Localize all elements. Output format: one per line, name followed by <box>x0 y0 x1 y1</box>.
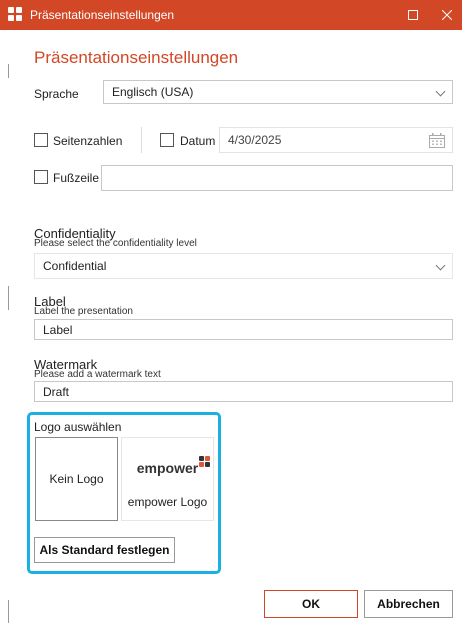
cancel-button[interactable]: Abbrechen <box>364 590 453 618</box>
label-subtitle: Label the presentation <box>34 306 133 317</box>
footer-input[interactable] <box>101 165 453 191</box>
language-label: Sprache <box>34 87 79 101</box>
logo-title: Logo auswählen <box>34 420 122 434</box>
logo-option-label: empower Logo <box>127 495 208 509</box>
label-input[interactable]: Label <box>34 319 453 340</box>
dialog-heading: Präsentationseinstellungen <box>34 48 239 67</box>
calendar-icon[interactable] <box>429 133 445 151</box>
maximize-button[interactable] <box>396 0 430 30</box>
maximize-icon <box>408 10 418 20</box>
footer-label: Fußzeile <box>53 171 100 185</box>
footer-checkbox[interactable] <box>34 170 48 184</box>
watermark-subtitle: Please add a watermark text <box>34 369 161 380</box>
app-icon <box>8 7 24 23</box>
logo-option-none[interactable]: Kein Logo <box>35 437 118 521</box>
date-label: Datum <box>180 134 216 148</box>
window-title: Präsentationseinstellungen <box>30 8 175 22</box>
window-edge <box>8 286 9 310</box>
close-icon <box>442 10 452 20</box>
empower-mark-icon <box>199 456 211 468</box>
logo-option-empower[interactable]: empower empower Logo <box>121 437 214 521</box>
page-numbers-label: Seitenzahlen <box>53 134 123 148</box>
confidentiality-subtitle: Please select the confidentiality level <box>34 238 197 249</box>
ok-button[interactable]: OK <box>264 590 358 618</box>
watermark-value: Draft <box>43 384 70 399</box>
language-select[interactable]: Englisch (USA) <box>103 80 453 104</box>
date-checkbox[interactable] <box>160 133 174 147</box>
window-edge <box>8 64 9 78</box>
empower-logo-icon: empower <box>136 456 211 476</box>
set-default-button[interactable]: Als Standard festlegen <box>34 537 175 563</box>
watermark-input[interactable]: Draft <box>34 381 453 402</box>
window-edge <box>8 600 9 623</box>
confidentiality-value: Confidential <box>43 259 107 273</box>
chevron-down-icon <box>435 86 446 97</box>
page-numbers-checkbox[interactable] <box>34 133 48 147</box>
chevron-down-icon <box>435 260 446 271</box>
date-value: 4/30/2025 <box>228 133 282 147</box>
close-button[interactable] <box>430 0 462 30</box>
language-value: Englisch (USA) <box>112 85 194 99</box>
divider <box>141 127 142 153</box>
label-value: Label <box>43 322 73 337</box>
confidentiality-select[interactable]: Confidential <box>34 253 453 279</box>
date-picker[interactable]: 4/30/2025 <box>219 127 453 153</box>
logo-option-label: Kein Logo <box>49 472 104 486</box>
empower-brand-text: empower <box>136 460 199 476</box>
title-bar: Präsentationseinstellungen <box>0 0 462 30</box>
